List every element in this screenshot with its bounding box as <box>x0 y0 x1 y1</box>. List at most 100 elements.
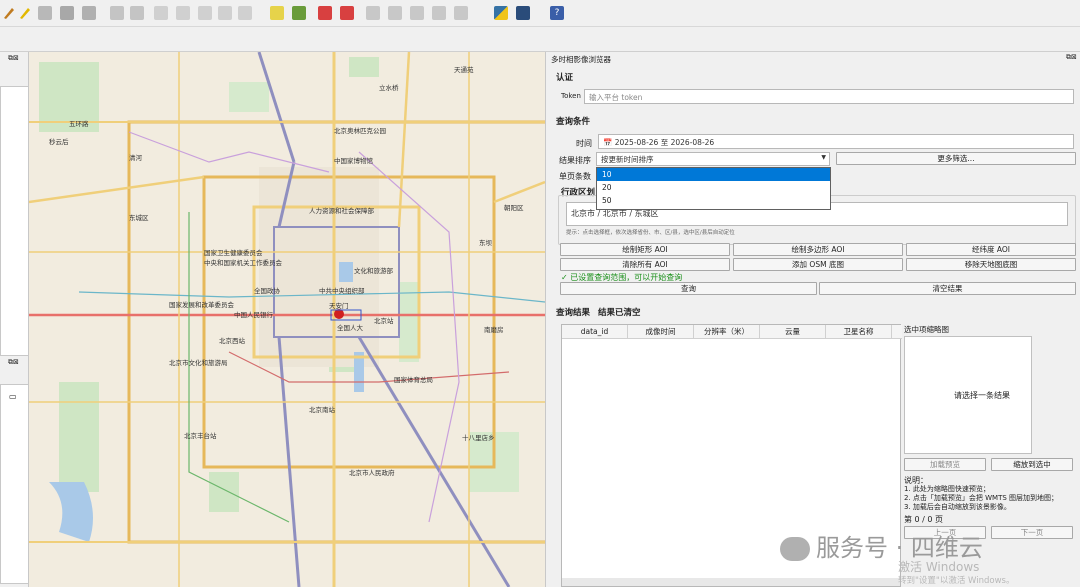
column-header[interactable]: 分辨率（米） <box>694 325 760 339</box>
delete-icon[interactable] <box>130 6 144 20</box>
wechat-icon <box>780 537 810 561</box>
layers-list[interactable] <box>0 86 29 356</box>
digitize2-icon[interactable] <box>388 6 402 20</box>
date-separator: 至 <box>660 138 669 147</box>
edit-icon[interactable] <box>17 6 31 20</box>
remove-map-button[interactable]: 移除天地图底图 <box>906 258 1076 271</box>
page-size-dropdown[interactable]: 10 20 50 <box>596 167 831 210</box>
more-filter-button[interactable]: 更多筛选... <box>836 152 1076 165</box>
activate-windows-sub: 转到"设置"以激活 Windows。 <box>898 576 1015 586</box>
sort-select[interactable]: 按更新时间排序 ▼ <box>596 152 830 166</box>
image-browser-panel: 多时相影像浏览器 ⧉⊠ 认证 Token 输入平台 token 查询条件 时间 … <box>545 52 1080 587</box>
thumbnail-placeholder: 请选择一条结果 <box>954 391 1010 400</box>
save-icon[interactable] <box>110 6 124 20</box>
map-label: 秒云后 <box>49 138 69 146</box>
clear-results-button[interactable]: 清空结果 <box>819 282 1076 295</box>
paste-icon[interactable] <box>198 6 212 20</box>
undo-icon[interactable] <box>218 6 232 20</box>
map-label: 北京丰台站 <box>184 432 217 440</box>
results-section-title: 查询结果 <box>556 308 591 318</box>
add-osm-button[interactable]: 添加 OSM 底图 <box>733 258 903 271</box>
thumbnail-title: 选中项缩略图 <box>904 325 949 334</box>
map-label: 人力资源和社会保障部 <box>309 207 374 215</box>
map-label: 五环路 <box>69 120 89 128</box>
latlon-aoi-button[interactable]: 经纬度 AOI <box>906 243 1076 256</box>
page-size-option[interactable]: 10 <box>597 168 830 181</box>
browser-list[interactable] <box>0 384 29 584</box>
dock2-float-icon[interactable]: ⧉⊠ <box>8 358 19 367</box>
token-label: Token <box>561 92 581 100</box>
map-label: 北京西站 <box>219 337 245 345</box>
digitize5-icon[interactable] <box>454 6 468 20</box>
main-toolbar: ? <box>0 0 1080 27</box>
map-label: 文化和旅游部 <box>354 267 393 275</box>
column-header[interactable]: 卫星名称 <box>826 325 892 339</box>
label-remove-icon[interactable] <box>340 6 354 20</box>
column-header[interactable]: 成像时间 <box>628 325 694 339</box>
auth-section-title: 认证 <box>556 73 574 83</box>
date-from: 2025-08-26 <box>614 138 659 147</box>
map-label: 天通苑 <box>454 66 474 74</box>
map-label: 东城区 <box>129 214 149 222</box>
map-label: 中国人民银行 <box>234 311 273 319</box>
token-input[interactable]: 输入平台 token <box>584 89 1074 104</box>
calendar-icon[interactable]: 📅 <box>603 138 615 147</box>
draw-poly-aoi-button[interactable]: 绘制多边形 AOI <box>733 243 903 256</box>
page-size-option[interactable]: 20 <box>597 181 830 194</box>
note-line: 3. 加载后会自动缩放到该景影像。 <box>904 503 1011 511</box>
vertex-tool-icon[interactable] <box>82 6 96 20</box>
collapse-icon[interactable]: ▭ <box>9 392 17 401</box>
page-size-option[interactable]: 50 <box>597 194 830 207</box>
left-dock: ⧉⊠ ⧉⊠ ▭ <box>0 52 29 587</box>
digitize-icon[interactable] <box>366 6 380 20</box>
time-label: 时间 <box>576 139 592 148</box>
secondary-toolbar <box>0 27 1080 52</box>
digitize4-icon[interactable] <box>432 6 446 20</box>
page-size-label: 单页条数 <box>559 172 591 181</box>
layers-icon[interactable] <box>60 6 74 20</box>
column-header[interactable]: 云量 <box>760 325 826 339</box>
pencil-icon[interactable] <box>2 6 16 20</box>
next-page-button[interactable]: 下一页 <box>991 526 1073 539</box>
map-label: 全国人大 <box>337 324 363 332</box>
cut-icon[interactable] <box>154 6 168 20</box>
map-label: 国家体育总局 <box>394 376 433 384</box>
panel-float-close-icon[interactable]: ⧉⊠ <box>1066 53 1077 62</box>
date-range-input[interactable]: 📅 2025-08-26 至 2026-08-26 <box>598 134 1074 149</box>
panel-title: 多时相影像浏览器 <box>551 55 611 64</box>
digitize3-icon[interactable] <box>410 6 424 20</box>
redo-icon[interactable] <box>238 6 252 20</box>
label-pin-icon[interactable] <box>318 6 332 20</box>
map-label: 北京南站 <box>309 406 335 414</box>
python-icon[interactable] <box>494 6 508 20</box>
map-label: 立水桥 <box>379 84 399 92</box>
map-label: 中共中央组织部 <box>319 287 365 295</box>
clear-aoi-button[interactable]: 清除所有 AOI <box>560 258 730 271</box>
label-icon[interactable] <box>270 6 284 20</box>
map-label: 中国家博物馆 <box>334 157 373 165</box>
map-canvas[interactable]: 五环路 朝阳区 秒云后 立水桥 天通苑 北京奥林匹克公园 中国家博物馆 人力资源… <box>29 52 545 587</box>
help-icon[interactable]: ? <box>550 6 564 20</box>
label-color-icon[interactable] <box>292 6 306 20</box>
chevron-down-icon: ▼ <box>821 154 826 161</box>
load-preview-button[interactable]: 加载预览 <box>904 458 986 471</box>
map-label: 十八里店乡 <box>462 434 495 442</box>
draw-rect-aoi-button[interactable]: 绘制矩形 AOI <box>560 243 730 256</box>
map-label: 东坝 <box>479 239 492 247</box>
horizontal-scrollbar[interactable] <box>562 578 900 586</box>
map-label: 清河 <box>129 154 142 162</box>
map-label: 北京市人民政府 <box>349 469 395 477</box>
map-label: 南磨房 <box>484 326 504 334</box>
query-button[interactable]: 查询 <box>560 282 817 295</box>
save-layer-icon[interactable] <box>38 6 52 20</box>
map-label: 全国政协 <box>254 287 280 295</box>
map-label: 北京市文化和旅游局 <box>169 359 228 367</box>
zoom-to-selected-button[interactable]: 缩放到选中 <box>991 458 1073 471</box>
dock-float-icon[interactable]: ⧉⊠ <box>8 54 19 63</box>
plugin-icon[interactable] <box>516 6 530 20</box>
admin-hint: 提示：点击选择框，依次选择省份、市、区/县，选中区/县后自动定位 <box>566 230 735 236</box>
sort-label: 结果排序 <box>559 156 591 165</box>
column-header[interactable]: data_id <box>562 325 628 339</box>
results-status: 结果已清空 <box>598 308 641 318</box>
copy-icon[interactable] <box>176 6 190 20</box>
